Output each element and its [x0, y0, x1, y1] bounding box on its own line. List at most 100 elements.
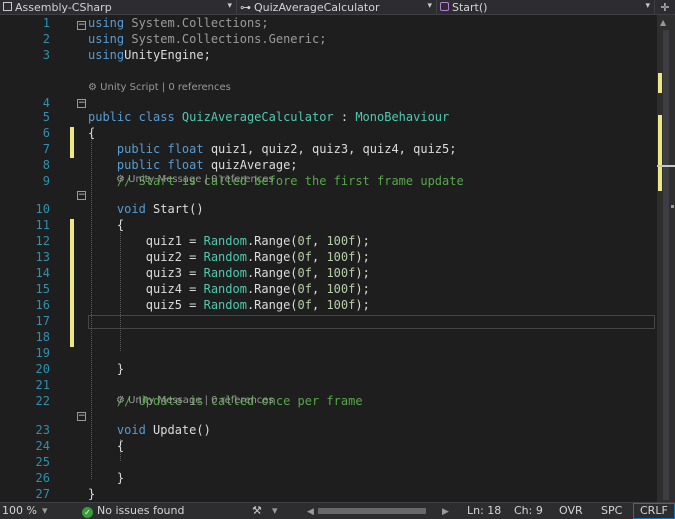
unity-icon: ⚙ — [88, 82, 101, 93]
caret-position-marker — [657, 165, 675, 167]
code-token: System.Collections.Generic; — [124, 32, 327, 46]
scroll-right-icon[interactable]: ▶ — [442, 505, 449, 519]
code-line[interactable]: 2 using System.Collections.Generic; — [0, 31, 657, 47]
code-token: Random — [203, 266, 247, 280]
code-text: { — [88, 125, 95, 141]
code-token: , — [311, 266, 327, 280]
issues-indicator[interactable]: ✓ No issues found — [82, 504, 184, 518]
brush-dropdown-icon[interactable]: ▾ — [272, 504, 278, 518]
code-line[interactable]: 5 public class QuizAverageCalculator : Mo… — [0, 109, 657, 125]
code-line[interactable]: 27} — [0, 486, 657, 502]
code-line[interactable]: 1 using System.Collections; — [0, 15, 657, 31]
whitespace-indicator[interactable]: SPC — [601, 504, 622, 518]
split-window-button[interactable]: ✛ — [655, 0, 675, 14]
code-token: .Range( — [246, 282, 298, 296]
chevron-down-icon: ▾ — [227, 1, 232, 11]
column-indicator[interactable]: Ch: 9 — [514, 504, 543, 518]
class-dropdown[interactable]: ⊶ QuizAverageCalculator ▾ — [237, 0, 437, 14]
code-line[interactable]: 9 // Start is called before the first fr… — [0, 173, 657, 189]
code-line[interactable]: 12 quiz1 = Random.Range(0f, 100f); — [0, 233, 657, 249]
line-number: 6 — [42, 126, 50, 140]
code-line[interactable]: 26 } — [0, 470, 657, 486]
member-dropdown[interactable]: Start() ▾ — [437, 0, 655, 14]
collapse-icon[interactable]: − — [77, 412, 86, 421]
code-line[interactable]: 20 } — [0, 361, 657, 377]
overwrite-indicator[interactable]: OVR — [559, 504, 583, 518]
code-token: Random — [203, 234, 247, 248]
split-icon: ✛ — [660, 0, 670, 14]
code-text: quiz3 = Random.Range(0f, 100f); — [88, 265, 370, 281]
code-editor[interactable]: − − − − 1 using System.Collections; 2 using… — [0, 15, 657, 516]
collapse-icon[interactable]: − — [77, 191, 86, 200]
code-token: void — [116, 202, 146, 216]
line-number: 12 — [35, 234, 50, 248]
code-line[interactable]: 3 usingUnityEngine; — [0, 47, 657, 63]
line-number: 3 — [42, 48, 50, 62]
scroll-up-icon[interactable]: ▲ — [660, 18, 671, 30]
code-text: public float quiz1, quiz2, quiz3, quiz4,… — [88, 141, 457, 157]
zoom-level[interactable]: 100 % — [2, 504, 37, 518]
code-line[interactable]: 25 — [0, 454, 657, 470]
code-token: 100f — [326, 250, 356, 264]
code-line[interactable]: 18 — [0, 329, 657, 345]
line-number: 23 — [35, 423, 50, 437]
line-number-indicator[interactable]: Ln: 18 — [467, 504, 501, 518]
change-overview-marker — [658, 115, 662, 191]
code-text: public class QuizAverageCalculator : Mon… — [88, 109, 449, 125]
codelens-references[interactable]: ⚙ Unity Script | 0 references — [88, 81, 231, 95]
scroll-left-icon[interactable]: ◀ — [307, 505, 314, 519]
code-text: } — [88, 361, 124, 377]
code-token: quiz2 = — [88, 250, 204, 264]
code-line[interactable]: 7 public float quiz1, quiz2, quiz3, quiz… — [0, 141, 657, 157]
codelens-text: Unity Message | 0 references — [128, 174, 274, 185]
line-number: 1 — [42, 16, 50, 30]
code-token: Random — [203, 298, 247, 312]
line-number: 10 — [35, 202, 50, 216]
code-token: .Range( — [246, 266, 298, 280]
line-number: 16 — [35, 298, 50, 312]
code-token: , — [311, 234, 327, 248]
vertical-scrollbar[interactable]: ▲ — [657, 15, 675, 502]
code-token: UnityEngine; — [124, 48, 211, 62]
code-line[interactable]: 15 quiz4 = Random.Range(0f, 100f); — [0, 281, 657, 297]
code-text: quiz5 = Random.Range(0f, 100f); — [88, 297, 370, 313]
code-line[interactable]: 22 // Update is called once per frame — [0, 393, 657, 409]
code-token: 100f — [326, 266, 356, 280]
code-token: { — [88, 439, 125, 453]
code-line[interactable]: 14 quiz3 = Random.Range(0f, 100f); — [0, 265, 657, 281]
project-dropdown[interactable]: Assembly-CSharp ▾ — [0, 0, 237, 14]
code-line[interactable]: 21 — [0, 377, 657, 393]
code-line[interactable]: 13 quiz2 = Random.Range(0f, 100f); — [0, 249, 657, 265]
code-line[interactable]: 6{ — [0, 125, 657, 141]
code-token: public float — [116, 158, 204, 172]
horizontal-scroll-thumb[interactable] — [318, 508, 426, 514]
codelens-references[interactable]: ⚙ Unity Message | 0 references — [116, 173, 274, 187]
code-token: 0f — [297, 234, 312, 248]
code-text: void Update() — [88, 422, 211, 438]
code-token: } — [88, 362, 125, 376]
line-number: 25 — [35, 455, 50, 469]
code-token: 0f — [297, 298, 312, 312]
code-line[interactable]: 10 void Start() — [0, 201, 657, 217]
zoom-dropdown-icon[interactable]: ▾ — [42, 504, 48, 518]
brush-icon[interactable]: ⚒ — [252, 504, 262, 518]
code-token: 0f — [297, 250, 312, 264]
code-token: quiz5 = — [88, 298, 204, 312]
code-token: .Range( — [246, 250, 298, 264]
line-number: 11 — [35, 218, 50, 232]
code-token: using — [88, 48, 125, 62]
line-ending-indicator[interactable]: CRLF — [633, 503, 675, 519]
scrollbar-thumb[interactable] — [663, 30, 669, 500]
code-text: quiz4 = Random.Range(0f, 100f); — [88, 281, 370, 297]
code-line[interactable]: 8 public float quizAverage; — [0, 157, 657, 173]
code-line[interactable]: 11 { — [0, 217, 657, 233]
code-line[interactable]: 16 quiz5 = Random.Range(0f, 100f); — [0, 297, 657, 313]
code-line[interactable]: 19 — [0, 345, 657, 361]
codelens-references[interactable]: ⚙ Unity Message | 0 references — [116, 394, 274, 408]
code-token: public float — [116, 142, 204, 156]
code-line[interactable]: 23 void Update() — [0, 422, 657, 438]
code-line[interactable]: 17 — [0, 313, 657, 329]
code-token: 0f — [297, 266, 312, 280]
code-line[interactable]: 24 { — [0, 438, 657, 454]
